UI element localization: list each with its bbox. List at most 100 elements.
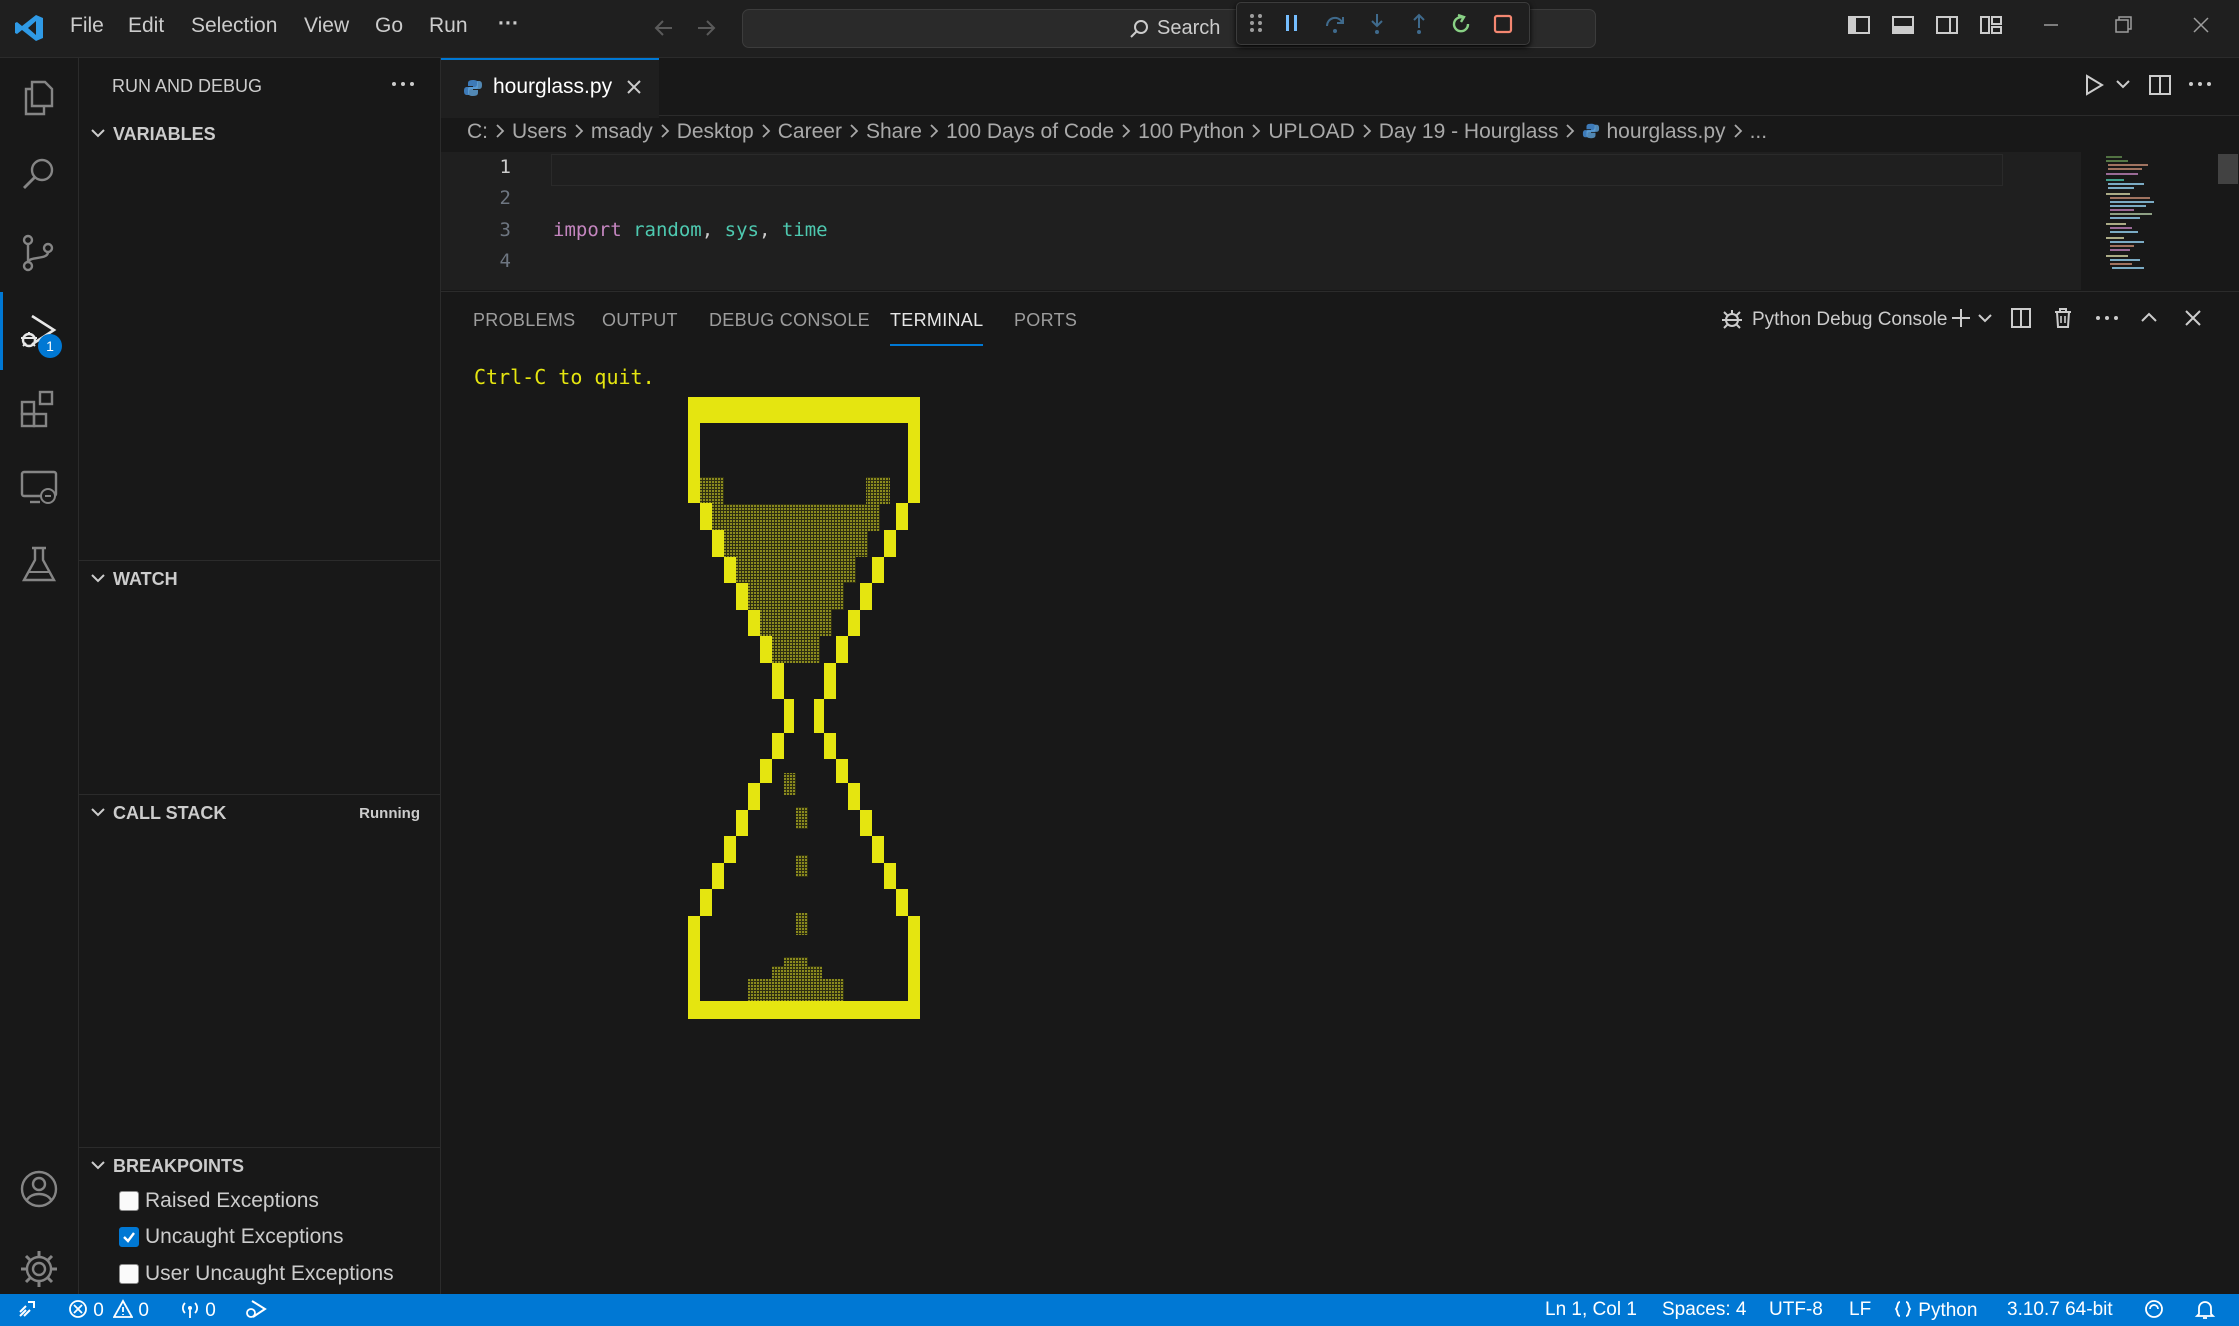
nav-forward-icon[interactable] xyxy=(694,16,718,45)
variables-section-header[interactable]: VARIABLES xyxy=(79,116,440,150)
keyword-token: import xyxy=(553,219,622,241)
call-stack-section-header[interactable]: CALL STACK Running xyxy=(79,794,440,829)
terminal-name[interactable]: Python Debug Console xyxy=(1752,309,1947,331)
accounts-icon[interactable] xyxy=(0,1150,78,1228)
step-out-icon[interactable] xyxy=(1407,12,1431,41)
search-icon xyxy=(1127,17,1151,46)
drag-handle-icon[interactable] xyxy=(1249,13,1263,38)
watch-section-header[interactable]: WATCH xyxy=(79,560,440,595)
ports-indicator[interactable]: 0 xyxy=(180,1299,216,1322)
panel-more-actions-icon[interactable] xyxy=(2093,306,2121,335)
code-line-import: import random, sys, time xyxy=(553,219,828,241)
close-panel-icon[interactable] xyxy=(2181,306,2205,335)
encoding[interactable]: UTF-8 xyxy=(1769,1299,1823,1321)
breadcrumb-item[interactable]: Share xyxy=(866,120,922,143)
breakpoints-section-header[interactable]: BREAKPOINTS xyxy=(79,1147,440,1182)
extensions-icon[interactable] xyxy=(0,370,78,448)
editor-more-actions-icon[interactable] xyxy=(2186,72,2214,101)
breadcrumb-item[interactable]: C: xyxy=(467,120,488,143)
close-window-icon[interactable] xyxy=(2186,10,2222,46)
minimize-icon[interactable] xyxy=(2036,10,2072,46)
checkbox-checked[interactable] xyxy=(119,1227,139,1247)
explorer-icon[interactable] xyxy=(0,58,78,136)
tab-hourglass-py[interactable]: hourglass.py xyxy=(441,58,659,118)
breadcrumb-item[interactable]: 100 Days of Code xyxy=(946,120,1114,143)
indentation[interactable]: Spaces: 4 xyxy=(1662,1299,1747,1321)
pause-icon[interactable] xyxy=(1281,12,1303,39)
terminal-dropdown-chevron-icon[interactable] xyxy=(1975,308,1995,333)
editor-scrollbar[interactable] xyxy=(2218,154,2238,184)
split-terminal-icon[interactable] xyxy=(2009,306,2033,335)
remote-indicator-icon[interactable] xyxy=(16,1298,38,1326)
menu-run[interactable]: Run xyxy=(429,14,468,38)
more-actions-icon[interactable] xyxy=(389,72,417,101)
minimap[interactable] xyxy=(2104,154,2164,290)
python-interpreter[interactable]: 3.10.7 64-bit xyxy=(2007,1299,2113,1321)
toggle-primary-sidebar-icon[interactable] xyxy=(1844,10,1880,46)
cursor-position[interactable]: Ln 1, Col 1 xyxy=(1545,1299,1637,1321)
breadcrumb-item[interactable]: msady xyxy=(591,120,653,143)
remote-explorer-icon[interactable] xyxy=(0,448,78,526)
run-debug-sidebar: RUN AND DEBUG VARIABLES WATCH CALL STACK… xyxy=(79,58,441,1294)
code-editor[interactable]: 1 2 3 4 import random, sys, time xyxy=(441,152,2081,290)
menu-selection[interactable]: Selection xyxy=(191,14,277,38)
language-mode[interactable]: Python xyxy=(1893,1299,1977,1322)
python-file-icon xyxy=(1583,123,1600,139)
terminal-area[interactable]: Ctrl-C to quit. xyxy=(441,350,2239,1295)
notifications-bell-icon[interactable] xyxy=(2194,1298,2216,1326)
menu-file[interactable]: File xyxy=(70,14,104,38)
close-tab-icon[interactable] xyxy=(623,76,645,103)
chevron-right-icon xyxy=(850,124,859,138)
terminal-output-line: Ctrl-C to quit. xyxy=(474,365,655,389)
toggle-secondary-sidebar-icon[interactable] xyxy=(1932,10,1968,46)
tab-debug-console[interactable]: DEBUG CONSOLE xyxy=(709,310,870,331)
breadcrumb-item[interactable]: Career xyxy=(778,120,842,143)
restore-icon[interactable] xyxy=(2108,10,2144,46)
menu-edit[interactable]: Edit xyxy=(128,14,164,38)
activity-bar: 1 xyxy=(0,58,79,1294)
menu-view[interactable]: View xyxy=(304,14,349,38)
new-terminal-plus-icon[interactable] xyxy=(1949,306,1973,335)
run-options-chevron-icon[interactable] xyxy=(2113,74,2133,99)
source-control-icon[interactable] xyxy=(0,214,78,292)
menu-more[interactable]: ··· xyxy=(498,12,519,36)
checkbox[interactable] xyxy=(119,1191,139,1211)
stop-icon[interactable] xyxy=(1491,12,1515,41)
tab-output[interactable]: OUTPUT xyxy=(602,310,678,331)
breakpoints-label: BREAKPOINTS xyxy=(113,1156,245,1176)
current-line-highlight xyxy=(551,154,2003,186)
debug-launch-icon[interactable] xyxy=(244,1298,268,1326)
maximize-panel-chevron-up-icon[interactable] xyxy=(2137,306,2161,335)
checkbox[interactable] xyxy=(119,1264,139,1284)
search-view-icon[interactable] xyxy=(0,136,78,214)
split-editor-icon[interactable] xyxy=(2147,72,2173,103)
breadcrumb-item[interactable]: UPLOAD xyxy=(1268,120,1354,143)
restart-icon[interactable] xyxy=(1449,12,1473,41)
problems-indicator[interactable]: 0 0 xyxy=(68,1299,149,1322)
breadcrumb-item[interactable]: Users xyxy=(512,120,567,143)
tab-problems[interactable]: PROBLEMS xyxy=(473,310,575,331)
live-share-icon[interactable] xyxy=(2143,1298,2165,1326)
menu-go[interactable]: Go xyxy=(375,14,403,38)
tab-ports[interactable]: PORTS xyxy=(1014,310,1077,331)
breadcrumb-item[interactable]: Day 19 - Hourglass xyxy=(1379,120,1559,143)
breadcrumb-item[interactable]: hourglass.py xyxy=(1606,120,1725,143)
nav-back-icon[interactable] xyxy=(652,16,676,45)
breadcrumb-item[interactable]: 100 Python xyxy=(1138,120,1244,143)
toggle-panel-icon[interactable] xyxy=(1888,10,1924,46)
breadcrumb-item[interactable]: ... xyxy=(1750,120,1768,143)
step-over-icon[interactable] xyxy=(1323,12,1347,41)
module-token: random xyxy=(633,219,702,241)
end-of-line[interactable]: LF xyxy=(1849,1299,1871,1321)
error-icon xyxy=(69,1300,87,1318)
breakpoint-label: User Uncaught Exceptions xyxy=(145,1262,394,1285)
status-bar: 0 0 0 Ln 1, Col 1 Spaces: 4 UTF-8 LF Pyt… xyxy=(0,1294,2239,1326)
step-into-icon[interactable] xyxy=(1365,12,1389,41)
customize-layout-icon[interactable] xyxy=(1976,10,2012,46)
tab-terminal[interactable]: TERMINAL xyxy=(890,310,984,346)
run-python-file-icon[interactable] xyxy=(2081,72,2107,103)
breadcrumb-item[interactable]: Desktop xyxy=(677,120,754,143)
run-debug-icon[interactable]: 1 xyxy=(0,292,78,370)
kill-terminal-trash-icon[interactable] xyxy=(2051,306,2075,335)
testing-icon[interactable] xyxy=(0,526,78,604)
